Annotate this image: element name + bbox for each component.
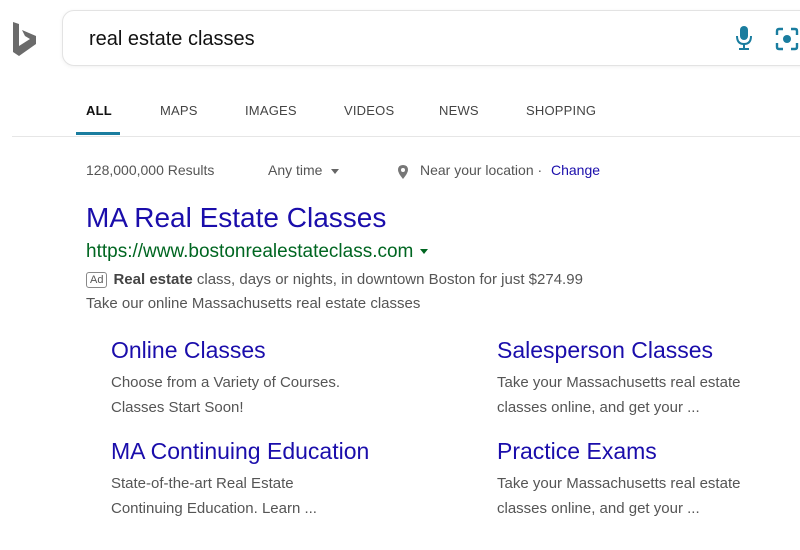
- sitelink-ma-continuing-education: MA Continuing Education State-of-the-art…: [111, 438, 391, 521]
- sitelink-salesperson-classes: Salesperson Classes Take your Massachuse…: [497, 337, 777, 420]
- sitelink-desc-line1: Choose from a Variety of Courses.: [111, 374, 340, 391]
- ad-title-link[interactable]: MA Real Estate Classes: [86, 202, 386, 234]
- bing-logo-icon[interactable]: [12, 22, 38, 58]
- search-tabs: ALL MAPS IMAGES VIDEOS NEWS SHOPPING: [0, 100, 800, 136]
- sitelink-title[interactable]: MA Continuing Education: [111, 438, 391, 465]
- sitelink-title[interactable]: Salesperson Classes: [497, 337, 777, 364]
- time-filter-dropdown[interactable]: Any time: [268, 162, 340, 178]
- sitelink-desc-line2: Continuing Education. Learn ...: [111, 500, 317, 517]
- sitelink-title[interactable]: Practice Exams: [497, 438, 777, 465]
- results-count: 128,000,000 Results: [86, 162, 215, 178]
- tab-videos[interactable]: VIDEOS: [344, 103, 394, 118]
- sitelink-desc-line1: State-of-the-art Real Estate: [111, 475, 294, 492]
- sitelink-desc-line1: Take your Massachusetts real estate: [497, 374, 741, 391]
- ad-url-text: https://www.bostonrealestateclass.com: [86, 241, 414, 262]
- chevron-down-icon: [331, 168, 340, 174]
- sitelink-title[interactable]: Online Classes: [111, 337, 391, 364]
- location-text: Near your location ·: [420, 162, 543, 178]
- sitelink-desc-line2: classes online, and get your ...: [497, 500, 700, 517]
- search-input[interactable]: [87, 23, 711, 55]
- change-location-link[interactable]: Change: [551, 162, 600, 178]
- sitelink-desc-line1: Take your Massachusetts real estate: [497, 475, 741, 492]
- tab-images[interactable]: IMAGES: [245, 103, 297, 118]
- ad-description: Ad Real estate class, days or nights, in …: [86, 271, 583, 288]
- microphone-icon[interactable]: [735, 25, 753, 51]
- url-dropdown-icon[interactable]: [420, 249, 429, 255]
- visual-search-icon[interactable]: [775, 27, 799, 51]
- search-box[interactable]: [62, 10, 800, 66]
- ad-description-rest: class, days or nights, in downtown Bosto…: [192, 271, 583, 288]
- tab-news[interactable]: NEWS: [439, 103, 479, 118]
- sitelink-desc-line2: classes online, and get your ...: [497, 399, 700, 416]
- ad-badge: Ad: [86, 272, 108, 288]
- sitelink-online-classes: Online Classes Choose from a Variety of …: [111, 337, 391, 420]
- tab-shopping[interactable]: SHOPPING: [526, 103, 596, 118]
- tab-all[interactable]: ALL: [86, 103, 112, 118]
- tabs-divider: [12, 136, 800, 137]
- sitelink-desc-line2: Classes Start Soon!: [111, 399, 244, 416]
- active-tab-indicator: [76, 132, 120, 135]
- ad-description-bold: Real estate: [113, 271, 193, 288]
- location-pin-icon: [398, 165, 408, 179]
- tab-maps[interactable]: MAPS: [160, 103, 198, 118]
- ad-url-link[interactable]: https://www.bostonrealestateclass.com: [86, 241, 429, 263]
- sitelink-practice-exams: Practice Exams Take your Massachusetts r…: [497, 438, 777, 521]
- ad-description-line2: Take our online Massachusetts real estat…: [86, 295, 421, 312]
- time-filter-label: Any time: [268, 162, 323, 178]
